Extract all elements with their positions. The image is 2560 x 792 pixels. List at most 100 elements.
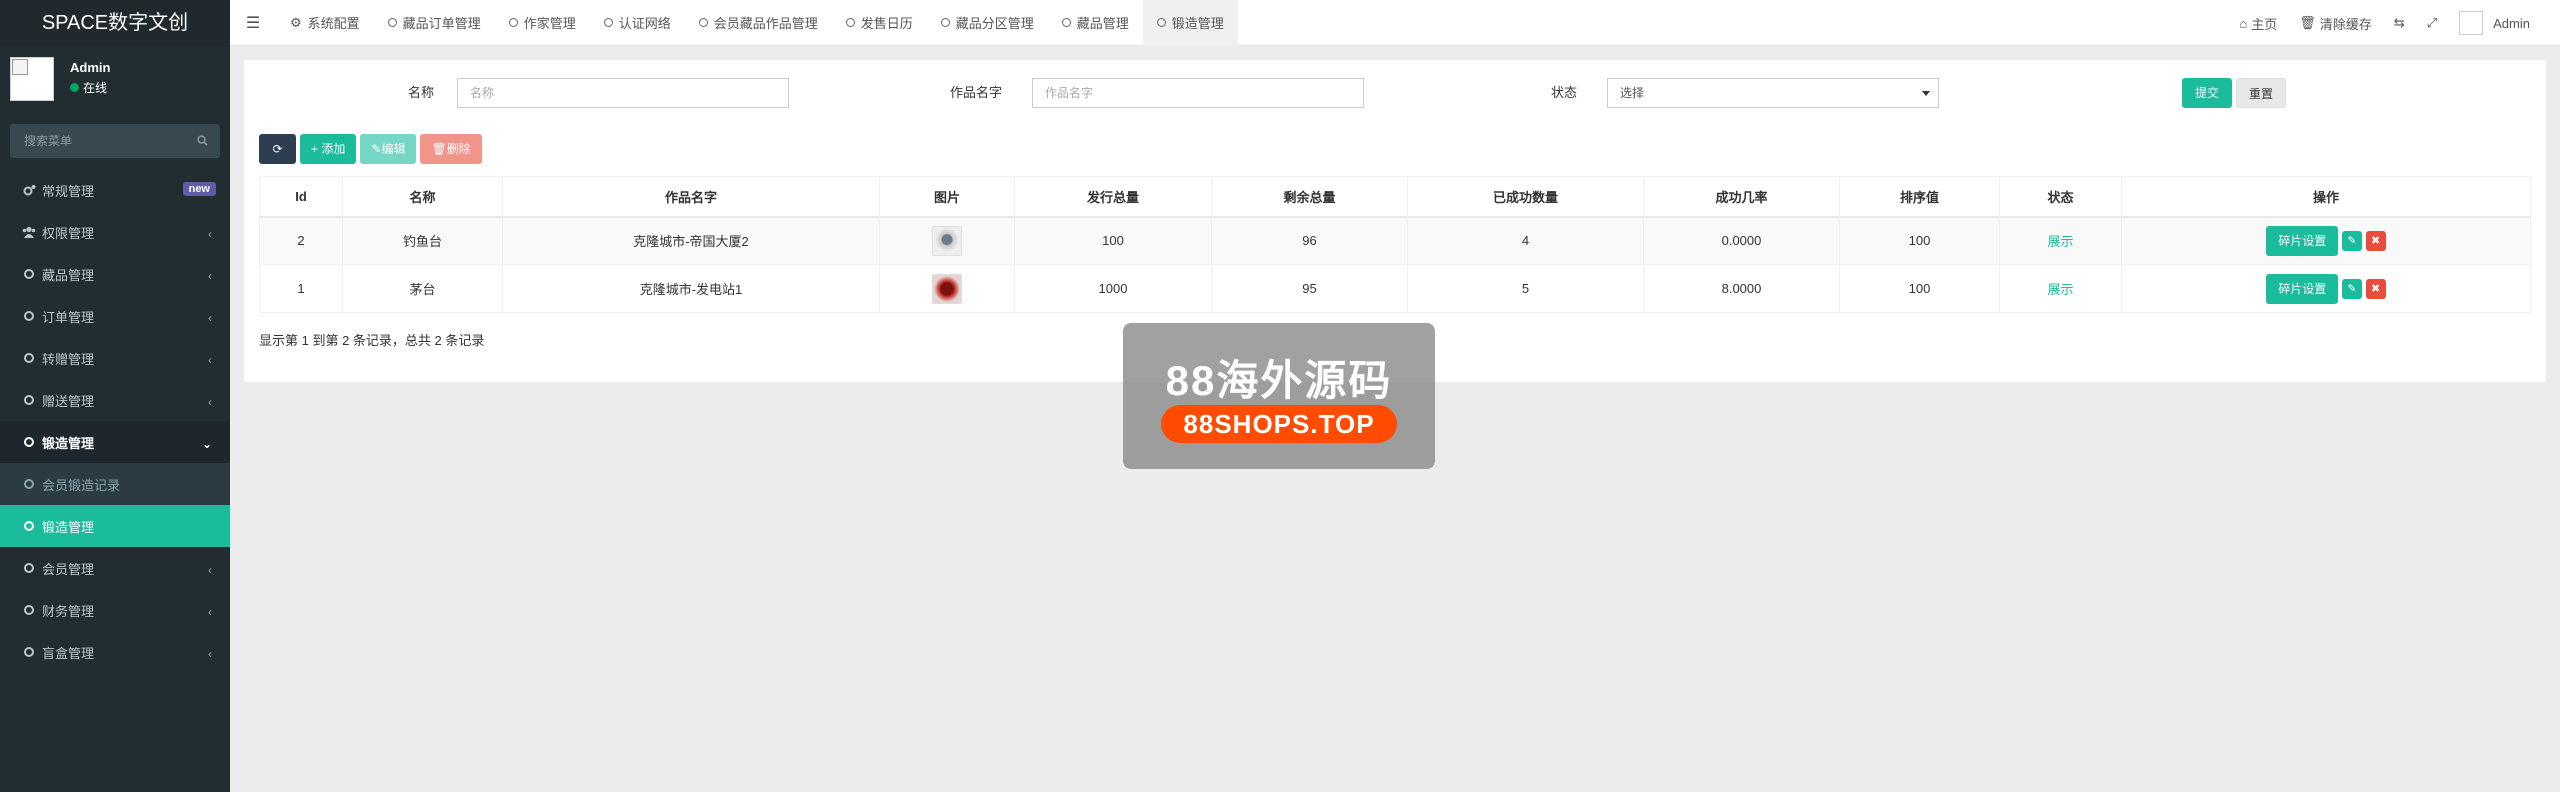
circle-icon (22, 603, 36, 617)
circle-icon (22, 267, 36, 281)
avatar (2459, 11, 2484, 35)
fullscreen-icon[interactable]: ⤢ (2427, 15, 2437, 31)
translate-icon[interactable]: ⇆ (2394, 15, 2405, 31)
clear-cache-label: 清除缓存 (2319, 16, 2372, 32)
cell-actions: 碎片设置 ✎ ✖ (2121, 216, 2531, 265)
sidebar-item-label: 订单管理 (42, 309, 95, 325)
sidebar-item-gift[interactable]: 赠送管理 ‹ (0, 379, 230, 421)
delete-button[interactable]: 🗑删除 (420, 134, 482, 164)
circle-icon (698, 18, 708, 27)
tab-label: 锻造管理 (1171, 16, 1224, 31)
table-row[interactable]: 1 茅台 克隆城市-发电站1 1000 95 5 8.0000 100 展示 碎… (259, 264, 2531, 313)
col-name: 名称 (342, 176, 503, 218)
sidebar-item-label: 盲盒管理 (42, 645, 95, 661)
col-id[interactable]: Id (259, 176, 343, 218)
delete-row-button[interactable]: ✖ (2365, 230, 2386, 251)
circle-icon (22, 477, 36, 491)
user-menu[interactable]: Admin (2459, 11, 2530, 35)
brand-logo[interactable]: SPACE数字文创 (0, 0, 230, 46)
add-button[interactable]: + 添加 (300, 134, 357, 164)
add-label: 添加 (321, 142, 346, 156)
chevron-down-icon: ⌄ (201, 437, 212, 451)
edit-row-button[interactable]: ✎ (2342, 230, 2362, 251)
avatar (10, 57, 54, 101)
circle-icon (22, 645, 36, 659)
refresh-button[interactable]: ⟳ (259, 134, 296, 164)
cell-sort: 100 (1839, 264, 2000, 313)
sidebar-item-collections[interactable]: 藏品管理 ‹ (0, 253, 230, 295)
data-table: Id 名称 作品名字 图片 发行总量 剩余总量 已成功数量 成功几率 排序值 状… (259, 176, 2531, 313)
tab-forge[interactable]: 锻造管理 (1142, 0, 1238, 46)
sidebar-item-finance[interactable]: 财务管理 ‹ (0, 589, 230, 631)
sidebar-item-permissions[interactable]: 权限管理 ‹ (0, 211, 230, 253)
col-status: 状态 (1999, 176, 2122, 218)
circle-icon (22, 435, 36, 449)
menu-toggle-icon[interactable]: ☰ (230, 0, 276, 46)
tab-release-calendar[interactable]: 发售日历 (832, 0, 927, 46)
col-work-name: 作品名字 (502, 176, 880, 218)
cell-id: 1 (259, 264, 343, 313)
delete-row-button[interactable]: ✖ (2365, 278, 2386, 299)
sidebar-item-label: 权限管理 (42, 225, 95, 241)
tab-label: 发售日历 (860, 16, 913, 31)
submit-button[interactable]: 提交 (2182, 78, 2232, 108)
sidebar-item-members[interactable]: 会员管理 ‹ (0, 547, 230, 589)
user-panel: Admin 在线 (0, 46, 230, 110)
tab-collections[interactable]: 藏品管理 (1048, 0, 1143, 46)
name-input[interactable]: 名称 (457, 78, 789, 108)
sidebar-item-forge[interactable]: 锻造管理 ⌄ (0, 421, 230, 463)
new-badge: new (182, 182, 216, 196)
search-input[interactable]: 搜索菜单 (10, 124, 220, 158)
tab-member-works[interactable]: 会员藏品作品管理 (685, 0, 832, 46)
work-name-input[interactable]: 作品名字 (1032, 78, 1364, 108)
cell-status[interactable]: 展示 (1999, 216, 2122, 265)
tab-collection-orders[interactable]: 藏品订单管理 (374, 0, 495, 46)
cell-status[interactable]: 展示 (1999, 264, 2122, 313)
tab-label: 藏品管理 (1076, 16, 1129, 31)
sidebar-item-transfer[interactable]: 转赠管理 ‹ (0, 337, 230, 379)
caret-down-icon (1922, 91, 1930, 96)
col-success-count: 已成功数量 (1407, 176, 1644, 218)
table-toolbar: ⟳ + 添加 ✎编辑 🗑删除 (259, 134, 482, 164)
edit-row-button[interactable]: ✎ (2342, 278, 2362, 299)
tab-auth-network[interactable]: 认证网络 (590, 0, 685, 46)
search-icon[interactable] (197, 135, 208, 146)
sidebar-item-blindbox[interactable]: 盲盒管理 ‹ (0, 631, 230, 673)
tab-label: 认证网络 (618, 16, 671, 31)
chevron-left-icon: ‹ (208, 647, 212, 661)
clear-cache-link[interactable]: 🗑 清除缓存 (2299, 14, 2372, 33)
edit-button[interactable]: ✎编辑 (360, 134, 417, 164)
cell-name: 茅台 (342, 264, 503, 313)
cell-work-name: 克隆城市-发电站1 (502, 264, 880, 313)
col-sort: 排序值 (1839, 176, 2000, 218)
navbar-right: ⌂ 主页 🗑 清除缓存 ⇆ ⤢ Admin (2239, 0, 2530, 46)
tab-collection-zones[interactable]: 藏品分区管理 (927, 0, 1048, 46)
sidebar-item-forge-manage[interactable]: 锻造管理 (0, 505, 230, 547)
fragment-settings-button[interactable]: 碎片设置 (2266, 225, 2339, 256)
table-row[interactable]: 2 钓鱼台 克隆城市-帝国大厦2 100 96 4 0.0000 100 展示 … (259, 216, 2531, 265)
chevron-left-icon: ‹ (208, 563, 212, 577)
status-label: 状态 (1550, 85, 1577, 100)
sidebar-item-orders[interactable]: 订单管理 ‹ (0, 295, 230, 337)
cell-success-count: 4 (1407, 216, 1644, 265)
sidebar-item-label: 会员管理 (42, 561, 95, 577)
reset-button[interactable]: 重置 (2236, 78, 2286, 108)
cell-success-rate: 8.0000 (1643, 264, 1840, 313)
thumbnail-image[interactable] (932, 225, 962, 256)
thumbnail-image[interactable] (932, 273, 962, 304)
circle-icon (387, 18, 397, 27)
tab-system-config[interactable]: ⚙ 系统配置 (276, 0, 374, 46)
sidebar-item-general[interactable]: 常规管理 new (0, 169, 230, 211)
work-name-label: 作品名字 (949, 85, 1002, 100)
home-link[interactable]: ⌂ 主页 (2239, 14, 2277, 33)
sidebar-item-member-forge-records[interactable]: 会员锻造记录 (0, 463, 230, 505)
user-menu-label: Admin (2493, 15, 2530, 31)
watermark-url: 88SHOPS.TOP (1161, 405, 1397, 443)
chevron-left-icon: ‹ (208, 227, 212, 241)
tab-authors[interactable]: 作家管理 (495, 0, 590, 46)
circle-icon (22, 519, 36, 533)
fragment-settings-button[interactable]: 碎片设置 (2266, 273, 2339, 304)
circle-icon (22, 561, 36, 575)
status-select[interactable]: 选择 (1607, 78, 1939, 108)
edit-label: 编辑 (381, 142, 406, 156)
